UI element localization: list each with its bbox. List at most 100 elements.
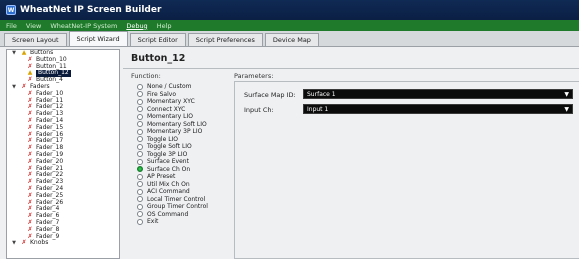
function-option[interactable]: Group Timer Control xyxy=(137,203,208,211)
function-option-label: Toggle Soft LIO xyxy=(147,143,192,151)
radio-button[interactable] xyxy=(137,218,143,225)
function-option-label: Momentary 3P LIO xyxy=(147,128,203,136)
function-option[interactable]: Toggle Soft LIO xyxy=(137,143,208,151)
tree-item[interactable]: ✗ Fader_11 xyxy=(7,97,119,105)
expand-arrow-icon[interactable]: ▼ xyxy=(11,50,17,57)
radio-button[interactable] xyxy=(137,158,143,165)
tree-item[interactable]: ✗ Fader_7 xyxy=(7,219,119,227)
function-option[interactable]: None / Custom xyxy=(137,83,208,91)
function-option-label: Surface Ch On xyxy=(147,165,191,173)
menu-help[interactable]: Help xyxy=(157,22,172,30)
tree-item[interactable]: ▲ Button_12 xyxy=(7,70,119,78)
tree-item[interactable]: ✗ Fader_13 xyxy=(7,110,119,118)
tree-item[interactable]: ✗ Fader_14 xyxy=(7,117,119,125)
tree-group[interactable]: ▼ ✗ Knobs xyxy=(7,240,119,247)
tree-group[interactable]: ▼ ✗ Faders xyxy=(7,82,119,91)
error-x-icon: ✗ xyxy=(21,82,27,90)
warning-icon: ▲ xyxy=(21,49,27,56)
radio-button[interactable] xyxy=(137,188,143,195)
tree-item[interactable]: ✗ Fader_10 xyxy=(7,90,119,98)
expand-arrow-icon[interactable]: ▼ xyxy=(11,240,17,247)
radio-button[interactable] xyxy=(137,203,143,210)
menu-wheatnet-ip-system[interactable]: WheatNet-IP System xyxy=(50,22,117,30)
function-option[interactable]: ACI Command xyxy=(137,188,208,196)
radio-button[interactable] xyxy=(137,211,143,218)
function-option[interactable]: Local Timer Control xyxy=(137,196,208,204)
radio-button[interactable] xyxy=(137,106,143,113)
function-option[interactable]: Fire Salvo xyxy=(137,91,208,99)
input-ch-label: Input Ch: xyxy=(244,106,274,114)
function-option[interactable]: Toggle LIO xyxy=(137,136,208,144)
function-option-label: Toggle LIO xyxy=(147,135,179,143)
function-option[interactable]: Toggle 3P LIO xyxy=(137,151,208,159)
parameters-box: Surface Map ID: Surface 1 ▼ Input Ch: In… xyxy=(234,81,579,259)
tree-item[interactable]: ✗ Fader_20 xyxy=(7,158,119,166)
function-option[interactable]: Util Mix Ch On xyxy=(137,181,208,189)
function-option-label: Momentary Soft LIO xyxy=(147,120,207,128)
tree-item[interactable]: ✗ Fader_6 xyxy=(7,212,119,220)
tab-screen-layout[interactable]: Screen Layout xyxy=(4,33,67,46)
object-tree[interactable]: ▼ ▲ Buttons ✗ Button_10 ✗ Button_11 ▲ Button_12 ✗… xyxy=(6,49,120,259)
function-option-label: Surface Event xyxy=(147,158,189,166)
surface-map-id-value: Surface 1 xyxy=(307,90,336,98)
tab-script-preferences[interactable]: Script Preferences xyxy=(187,33,263,46)
function-option-label: Connect XYC xyxy=(147,105,186,113)
function-option[interactable]: AP Preset xyxy=(137,173,208,181)
function-option[interactable]: Momentary 3P LIO xyxy=(137,128,208,136)
chevron-down-icon[interactable]: ▼ xyxy=(564,90,569,99)
tree-item[interactable]: ✗ Fader_15 xyxy=(7,124,119,132)
error-x-icon: ✗ xyxy=(21,239,27,247)
tree-item[interactable]: ✗ Fader_25 xyxy=(7,192,119,200)
tree-item[interactable]: ✗ Fader_22 xyxy=(7,172,119,179)
function-option[interactable]: Surface Event xyxy=(137,158,208,166)
function-list: None / Custom Fire Salvo Momentary XYC Conn… xyxy=(137,83,208,226)
tree-item[interactable]: ✗ Fader_26 xyxy=(7,199,119,207)
function-option[interactable]: Momentary Soft LIO xyxy=(137,121,208,129)
menu-file[interactable]: File xyxy=(6,22,17,30)
expand-arrow-icon[interactable]: ▼ xyxy=(11,84,17,91)
function-option[interactable]: Momentary LIO xyxy=(137,113,208,121)
menu-view[interactable]: View xyxy=(26,22,41,30)
tree-item[interactable]: ✗ Fader_24 xyxy=(7,185,119,193)
tree-item[interactable]: ✗ Fader_17 xyxy=(7,138,119,145)
surface-map-id-dropdown[interactable]: Surface 1 ▼ xyxy=(303,89,573,99)
tree-item[interactable]: ✗ Fader_21 xyxy=(7,165,119,173)
radio-button[interactable] xyxy=(137,173,143,180)
radio-button[interactable] xyxy=(137,98,143,105)
function-option-label: None / Custom xyxy=(147,83,192,91)
tab-bar: Screen Layout Script Wizard Script Edito… xyxy=(0,31,579,47)
tab-script-wizard[interactable]: Script Wizard xyxy=(68,31,128,46)
script-wizard-panel: Button_12 Function: None / Custom Fire Sa… xyxy=(123,47,579,259)
tree-item[interactable]: ✗ Fader_23 xyxy=(7,178,119,186)
tree-item[interactable]: ✗ Fader_12 xyxy=(7,104,119,111)
input-ch-dropdown[interactable]: Input 1 ▼ xyxy=(303,104,573,114)
function-option-label: Toggle 3P LIO xyxy=(147,150,188,158)
tree-item[interactable]: ✗ Fader_19 xyxy=(7,151,119,159)
radio-button[interactable] xyxy=(137,166,143,173)
function-option[interactable]: OS Command xyxy=(137,211,208,219)
radio-button[interactable] xyxy=(137,83,143,90)
menu-debug[interactable]: Debug xyxy=(126,22,147,30)
function-option[interactable]: Exit xyxy=(137,218,208,226)
radio-button[interactable] xyxy=(137,143,143,150)
function-option-label: ACI Command xyxy=(147,188,190,196)
radio-button[interactable] xyxy=(137,151,143,158)
function-option[interactable]: Surface Ch On xyxy=(137,166,208,174)
chevron-down-icon[interactable]: ▼ xyxy=(564,105,569,114)
surface-map-id-label: Surface Map ID: xyxy=(244,91,296,99)
tree-item[interactable]: ✗ Fader_4 xyxy=(7,206,119,213)
tab-device-map[interactable]: Device Map xyxy=(264,33,319,46)
tree-item[interactable]: ✗ Fader_16 xyxy=(7,131,119,139)
tree-item[interactable]: ✗ Fader_18 xyxy=(7,144,119,152)
radio-button[interactable] xyxy=(137,128,143,135)
radio-button[interactable] xyxy=(137,181,143,188)
tree-item[interactable]: ✗ Fader_8 xyxy=(7,226,119,234)
radio-button[interactable] xyxy=(137,91,143,98)
tab-script-editor[interactable]: Script Editor xyxy=(129,33,186,46)
radio-button[interactable] xyxy=(137,113,143,120)
function-option[interactable]: Connect XYC xyxy=(137,106,208,114)
function-option[interactable]: Momentary XYC xyxy=(137,98,208,106)
radio-button[interactable] xyxy=(137,196,143,203)
radio-button[interactable] xyxy=(137,136,143,143)
radio-button[interactable] xyxy=(137,121,143,128)
